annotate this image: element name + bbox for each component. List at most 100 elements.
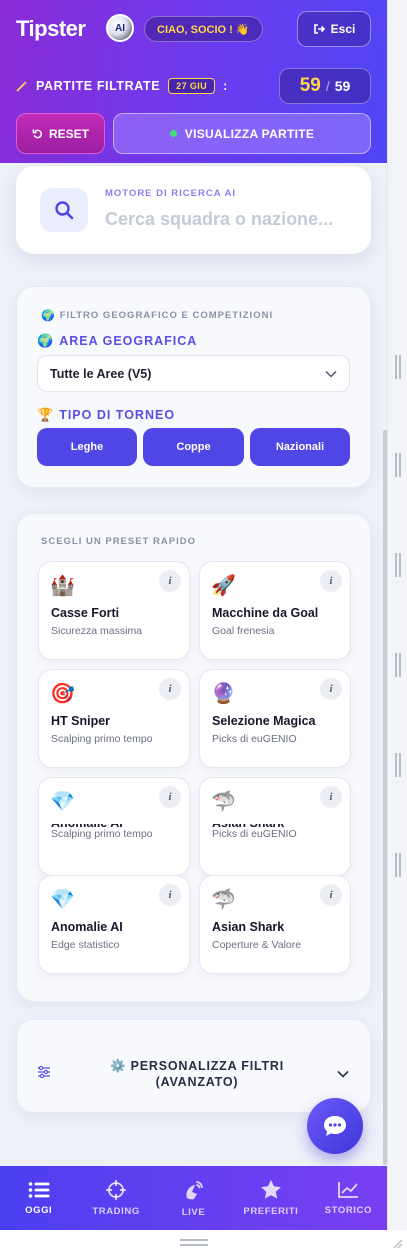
preset-tile-title: Macchine da Goal	[212, 606, 319, 620]
area-select[interactable]: Tutte le Aree (V5)	[37, 355, 350, 392]
nav-label: PREFERITI	[243, 1206, 299, 1217]
preset-title: SCEGLI UN PRESET RAPIDO	[41, 536, 196, 547]
ai-badge-text: AI	[115, 22, 125, 34]
preset-tile-subtitle: Coperture & Valore	[212, 939, 302, 951]
preset-tile[interactable]: 🏰 i Casse Forti Sicurezza massima	[38, 561, 190, 660]
resize-handle[interactable]	[395, 853, 401, 877]
list-icon	[28, 1181, 50, 1198]
advanced-filters-label: ⚙️ PERSONALIZZA FILTRI (AVANZATO)	[97, 1058, 297, 1090]
match-count-box: 59 / 59	[279, 68, 371, 104]
preset-tile-title: Casse Forti	[51, 606, 120, 620]
resize-handle[interactable]	[395, 553, 401, 577]
preset-tile[interactable]: 🎯 i HT Sniper Scalping primo tempo	[38, 669, 190, 768]
search-card: MOTORE DI RICERCA AI	[16, 166, 371, 254]
nav-item-preferiti[interactable]: PREFERITI	[232, 1166, 309, 1230]
preset-tile-subtitle: Sicurezza massima	[51, 625, 143, 637]
sliders-icon	[38, 1066, 50, 1078]
nav-label: TRADING	[92, 1205, 140, 1217]
info-icon[interactable]: i	[320, 570, 342, 592]
crosshair-icon	[106, 1179, 127, 1200]
info-icon[interactable]: i	[320, 678, 342, 700]
satellite-icon	[185, 1180, 203, 1199]
total-count: 59	[334, 78, 351, 94]
preset-tile-subtitle: Scalping primo tempo	[51, 733, 153, 745]
diamond-icon: 💎	[50, 889, 75, 911]
search-icon	[55, 201, 74, 220]
bottom-resize-handle[interactable]	[180, 1239, 208, 1246]
nav-item-storico[interactable]: STORICO	[310, 1166, 387, 1230]
preset-tile[interactable]: 🚀 i Macchine da Goal Goal frenesia	[199, 561, 351, 660]
advanced-filters-label-line1: ⚙️ PERSONALIZZA FILTRI	[109, 1059, 285, 1073]
scrollbar-thumb[interactable]	[383, 430, 387, 1165]
nav-item-oggi[interactable]: OGGI	[0, 1166, 77, 1230]
advanced-filters-toggle[interactable]: ⚙️ PERSONALIZZA FILTRI (AVANZATO)	[16, 1019, 371, 1113]
preset-tile[interactable]: 🦈 i Asian Shark Coperture & Valore	[199, 875, 351, 974]
preset-card: SCEGLI UN PRESET RAPIDO 🏰 i Casse Forti …	[16, 513, 371, 1002]
preset-tile-title: Asian Shark	[212, 920, 285, 934]
area-label: 🌍 AREA GEOGRAFICA	[37, 333, 197, 349]
chevron-down-icon	[337, 1070, 349, 1078]
chat-button[interactable]	[307, 1098, 363, 1154]
search-icon-box[interactable]	[40, 188, 88, 232]
resize-handle[interactable]	[395, 753, 401, 777]
preset-tile[interactable]: 💎 i Anomalie AI Scalping primo tempo	[38, 777, 190, 876]
tournament-nationals-button[interactable]: Nazionali	[250, 428, 350, 466]
geo-filter-title: 🌍 FILTRO GEOGRAFICO E COMPETIZIONI	[41, 309, 273, 322]
target-icon: 🎯	[50, 683, 75, 705]
chat-bubble-icon	[324, 1116, 346, 1136]
reset-icon	[32, 129, 42, 139]
preset-tile[interactable]: 🔮 i Selezione Magica Picks di euGENIO	[199, 669, 351, 768]
tournament-cups-button[interactable]: Coppe	[143, 428, 244, 466]
logout-button[interactable]: Esci	[297, 11, 371, 47]
tournament-leagues-button[interactable]: Leghe	[37, 428, 137, 466]
nav-label: OGGI	[25, 1204, 53, 1216]
nav-item-live[interactable]: LIVE	[155, 1166, 232, 1230]
crystal-ball-icon: 🔮	[211, 683, 236, 705]
preset-tile-subtitle: Picks di euGENIO	[212, 733, 297, 745]
tournament-label-text: TIPO DI TORNEO	[59, 408, 176, 422]
view-matches-label: VISUALIZZA PARTITE	[184, 126, 315, 141]
reset-button[interactable]: RESET	[16, 113, 105, 154]
geo-filter-title-text: FILTRO GEOGRAFICO E COMPETIZIONI	[59, 310, 274, 321]
info-icon[interactable]: i	[159, 570, 181, 592]
shark-icon: 🦈	[211, 889, 236, 911]
reset-label: RESET	[48, 126, 89, 141]
date-chip: 27 GIU	[168, 78, 216, 94]
search-input[interactable]	[105, 206, 357, 232]
brand-title: Tipster	[16, 16, 86, 41]
tournament-label: 🏆 TIPO DI TORNEO	[37, 407, 175, 423]
preset-tile[interactable]: 💎 i Anomalie AI Edge statistico	[38, 875, 190, 974]
view-matches-button[interactable]: VISUALIZZA PARTITE	[113, 113, 371, 154]
globe-icon: 🌍	[41, 310, 56, 322]
nav-label: LIVE	[181, 1206, 206, 1218]
resize-handle[interactable]	[395, 453, 401, 477]
logout-icon	[313, 24, 325, 34]
search-label: MOTORE DI RICERCA AI	[105, 188, 237, 199]
preset-tile-subtitle: Goal frenesia	[212, 625, 275, 637]
globe-icon: 🌍	[37, 333, 55, 348]
filtered-count: 59	[299, 75, 321, 96]
info-icon[interactable]: i	[159, 884, 181, 906]
rocket-icon: 🚀	[211, 575, 236, 597]
ai-ball-logo: AI	[106, 14, 134, 42]
area-label-text: AREA GEOGRAFICA	[59, 334, 198, 348]
shark-icon: 🦈	[211, 791, 236, 813]
nav-label: STORICO	[324, 1204, 372, 1216]
info-icon[interactable]: i	[159, 786, 181, 808]
info-icon[interactable]: i	[320, 884, 342, 906]
preset-tile-title: HT Sniper	[51, 714, 111, 728]
trophy-icon: 🏆	[37, 407, 55, 422]
star-icon	[261, 1180, 281, 1199]
castle-icon: 🏰	[50, 575, 75, 597]
filter-colon: :	[223, 79, 228, 93]
filtered-matches-row: PARTITE FILTRATE 27 GIU :	[16, 78, 228, 94]
corner-resize-icon[interactable]	[391, 1237, 403, 1249]
nav-item-trading[interactable]: TRADING	[77, 1166, 154, 1230]
scrollbar-track[interactable]	[387, 0, 407, 1230]
geo-filter-card: 🌍 FILTRO GEOGRAFICO E COMPETIZIONI 🌍 ARE…	[16, 286, 371, 488]
info-icon[interactable]: i	[159, 678, 181, 700]
resize-handle[interactable]	[395, 355, 401, 379]
resize-handle[interactable]	[395, 653, 401, 677]
preset-tile[interactable]: 🦈 i Asian Shark Picks di euGENIO	[199, 777, 351, 876]
info-icon[interactable]: i	[320, 786, 342, 808]
